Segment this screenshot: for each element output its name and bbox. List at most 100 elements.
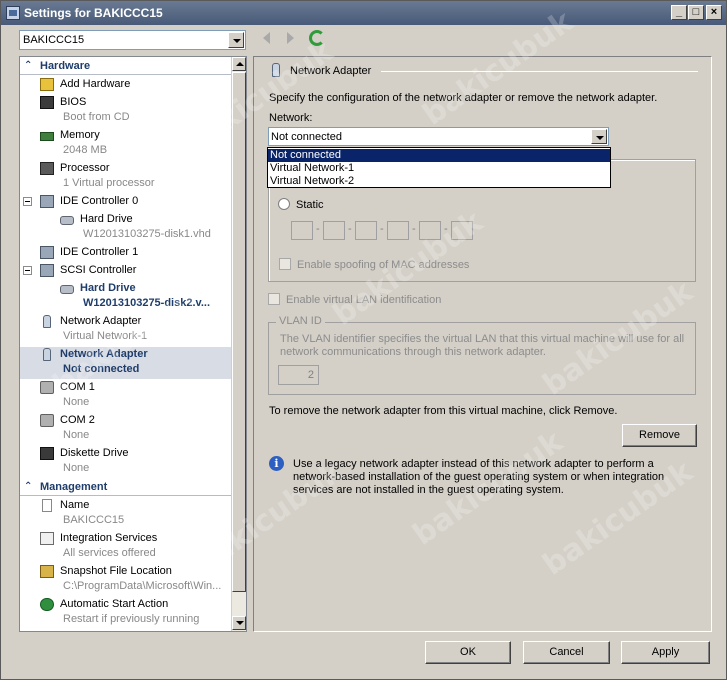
mac-separator: - [412,223,416,235]
tree-item-automatic-start[interactable]: Automatic Start Action Restart if previo… [20,597,232,629]
add-hardware-icon [40,78,54,91]
back-arrow-icon[interactable] [263,32,270,44]
tree-item-hard-drive-1[interactable]: Hard Drive W12013103275-disk1.vhd [20,212,232,244]
hard-drive-icon [60,285,74,294]
ide-controller-icon [40,195,54,208]
window-title: Settings for BAKICCC15 [24,6,163,20]
hardware-section-header[interactable]: ⌃ Hardware [20,58,232,75]
network-label: Network: [269,112,313,124]
refresh-icon[interactable] [309,30,325,46]
collapse-toggle[interactable] [23,197,32,206]
tree-item-network-adapter-1[interactable]: Network Adapter Virtual Network-1 [20,314,232,346]
settings-tree: ⌃ Hardware Add Hardware BIOS Boot from C… [19,56,247,632]
mac-separator: - [444,223,448,235]
network-select[interactable]: Not connected [268,127,609,146]
chevron-down-icon[interactable] [228,32,244,48]
network-adapter-icon [43,348,51,361]
hard-drive-icon [60,216,74,225]
tree-item-add-hardware[interactable]: Add Hardware [20,77,232,94]
tree-item-ide-controller-0[interactable]: IDE Controller 0 [20,194,232,211]
management-header-label: Management [40,481,108,493]
tree-item-scsi-controller[interactable]: SCSI Controller [20,263,232,280]
description-text: Specify the configuration of the network… [269,92,658,104]
processor-icon [40,162,54,175]
title-bar[interactable]: Settings for BAKICCC15 _ □ × [1,1,726,25]
mac-octet-3[interactable] [355,221,377,240]
tree-item-diskette-drive[interactable]: Diskette Drive None [20,446,232,478]
bios-icon [40,96,54,109]
tree-item-integration-services[interactable]: Integration Services All services offere… [20,531,232,563]
vlan-enable-checkbox[interactable] [268,293,280,305]
name-icon [42,499,52,512]
collapse-icon: ⌃ [24,481,33,492]
network-option-not-connected[interactable]: Not connected [268,149,610,162]
scrollbar-thumb[interactable] [232,72,246,592]
memory-icon [40,132,54,141]
static-radio[interactable] [278,198,290,210]
mac-octet-4[interactable] [387,221,409,240]
tree-item-com-2[interactable]: COM 2 None [20,413,232,445]
settings-window: Settings for BAKICCC15 _ □ × BAKICCC15 ⌃… [0,0,727,680]
network-option-virtual-network-2[interactable]: Virtual Network-2 [268,175,610,188]
header-divider [381,71,698,72]
mac-separator: - [380,223,384,235]
scroll-down-icon[interactable] [232,616,246,630]
chevron-down-icon[interactable] [591,129,607,144]
start-action-icon [40,598,54,611]
tree-item-memory[interactable]: Memory 2048 MB [20,128,232,160]
network-option-virtual-network-1[interactable]: Virtual Network-1 [268,162,610,175]
tree-item-bios[interactable]: BIOS Boot from CD [20,95,232,127]
collapse-toggle[interactable] [23,266,32,275]
scroll-up-icon[interactable] [232,57,246,71]
section-title: Network Adapter [290,65,372,77]
cancel-button[interactable]: Cancel [523,641,610,664]
tree-item-ide-controller-1[interactable]: IDE Controller 1 [20,245,232,262]
mac-separator: - [316,223,320,235]
mac-octet-5[interactable] [419,221,441,240]
snapshot-icon [40,565,54,578]
com-port-icon [40,381,54,394]
diskette-icon [40,447,54,460]
collapse-icon: ⌃ [24,60,33,71]
vlan-description: The VLAN identifier specifies the virtua… [280,333,685,358]
info-icon: i [269,456,284,471]
network-select-value: Not connected [271,131,342,143]
legacy-adapter-info: Use a legacy network adapter instead of … [293,458,665,496]
maximize-button[interactable]: □ [688,5,704,20]
tree-item-com-1[interactable]: COM 1 None [20,380,232,412]
mac-spoof-label: Enable spoofing of MAC addresses [297,259,470,271]
remove-button[interactable]: Remove [622,424,697,447]
vlan-group-label: VLAN ID [276,315,325,327]
tree-item-snapshot-location[interactable]: Snapshot File Location C:\ProgramData\Mi… [20,564,232,596]
tree-scrollbar[interactable] [231,57,246,631]
vlan-id-input[interactable]: 2 [278,365,319,385]
hardware-header-label: Hardware [40,60,91,72]
mac-spoof-checkbox[interactable] [279,258,291,270]
static-label: Static [296,199,324,211]
scsi-controller-icon [40,264,54,277]
close-button[interactable]: × [706,5,722,20]
vlan-enable-label: Enable virtual LAN identification [286,294,442,306]
mac-octet-2[interactable] [323,221,345,240]
tree-item-hard-drive-2[interactable]: Hard Drive W12013103275-disk2.v... [20,281,232,313]
machine-select[interactable]: BAKICCC15 [19,30,246,50]
management-section-header[interactable]: ⌃ Management [20,479,232,496]
network-dropdown-list: Not connected Virtual Network-1 Virtual … [267,147,611,188]
integration-services-icon [40,532,54,545]
minimize-button[interactable]: _ [671,5,687,20]
ok-button[interactable]: OK [425,641,511,664]
network-adapter-icon [43,315,51,328]
ide-controller-icon [40,246,54,259]
tree-item-name[interactable]: Name BAKICCC15 [20,498,232,530]
machine-select-value: BAKICCC15 [23,34,85,46]
window-icon [6,6,20,20]
apply-button[interactable]: Apply [621,641,710,664]
forward-arrow-icon[interactable] [287,32,294,44]
tree-item-processor[interactable]: Processor 1 Virtual processor [20,161,232,193]
mac-separator: - [348,223,352,235]
mac-octet-6[interactable] [451,221,473,240]
network-adapter-icon [272,63,280,77]
remove-instructions: To remove the network adapter from this … [269,405,618,417]
tree-item-network-adapter-2[interactable]: Network Adapter Not connected [20,347,232,379]
mac-octet-1[interactable] [291,221,313,240]
